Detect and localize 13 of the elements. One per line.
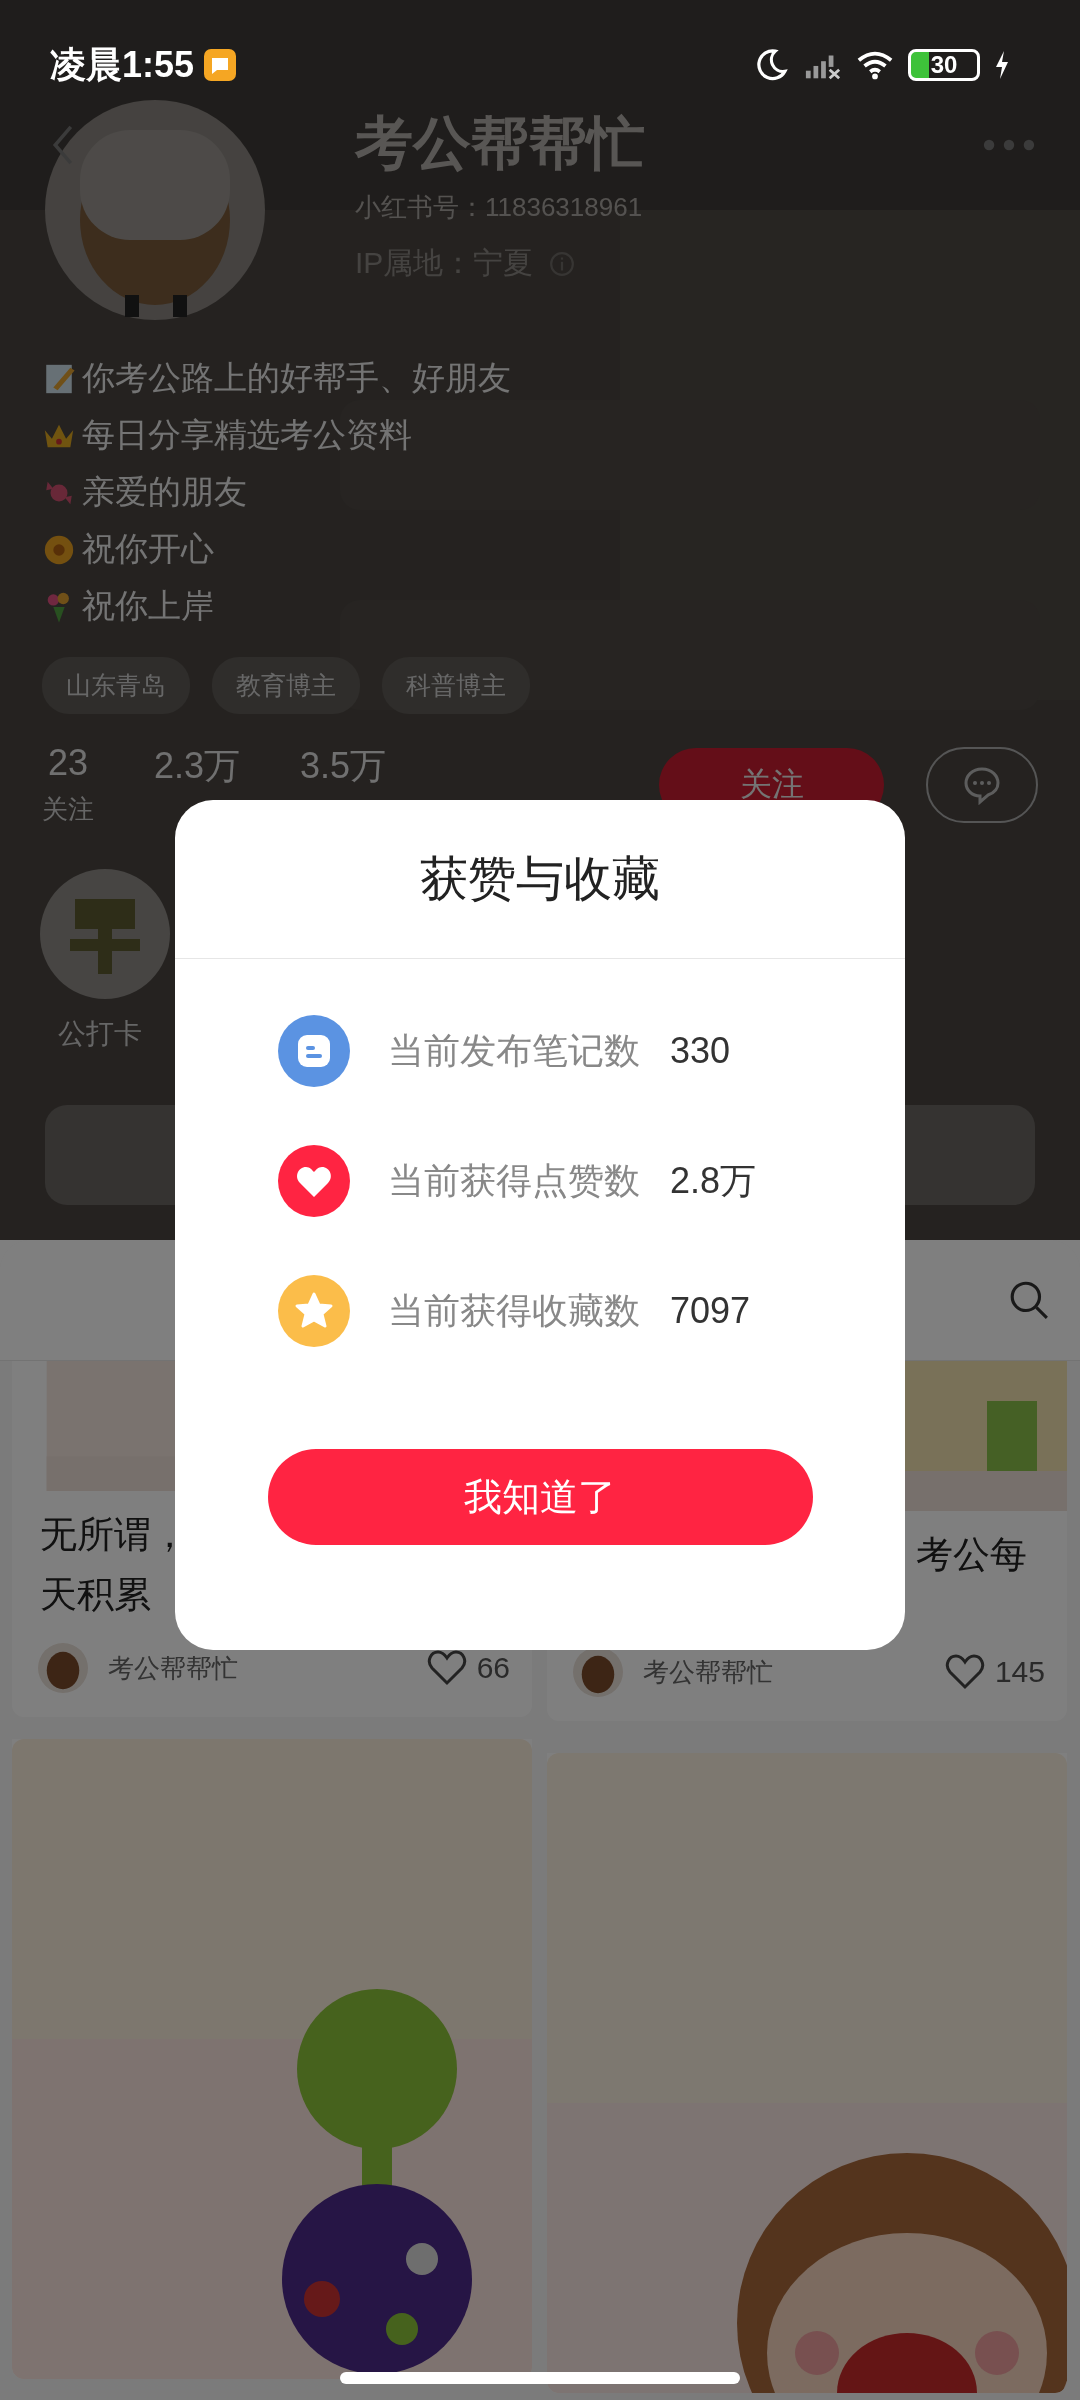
like-count: 145 [994, 1655, 1045, 1689]
heart-icon[interactable] [426, 1650, 467, 1686]
author-avatar [38, 1643, 88, 1693]
stat-value: 7097 [670, 1290, 751, 1332]
like-count: 66 [476, 1651, 510, 1685]
author-name: 考公帮帮忙 [643, 1655, 774, 1689]
confirm-button[interactable]: 我知道了 [267, 1449, 813, 1545]
author-name: 考公帮帮忙 [108, 1651, 239, 1685]
note-title[interactable]: 考公每 [916, 1525, 1027, 1585]
author-avatar [573, 1647, 623, 1697]
stat-label: 当前获得收藏数 [388, 1288, 640, 1333]
search-icon[interactable] [1008, 1279, 1050, 1321]
heart-icon[interactable] [944, 1654, 985, 1690]
